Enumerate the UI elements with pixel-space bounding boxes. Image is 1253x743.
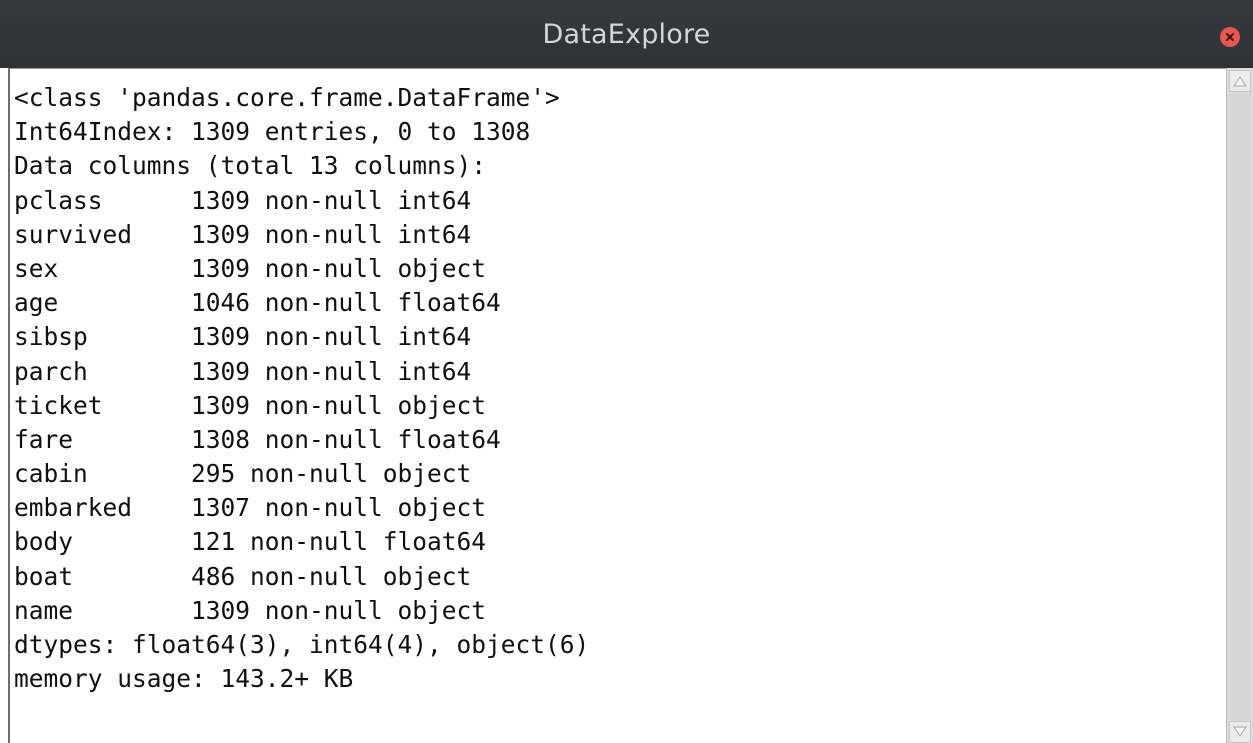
scroll-down-arrow-icon (1233, 726, 1247, 737)
console-line: fare 1308 non-null float64 (14, 424, 501, 454)
scroll-down-button[interactable] (1229, 721, 1251, 743)
title-bar[interactable]: DataExplore (0, 0, 1253, 68)
window-title: DataExplore (542, 18, 711, 50)
console-line: body 121 non-null float64 (14, 527, 487, 557)
console-line: Data columns (total 13 columns): (14, 151, 487, 181)
console-line: embarked 1307 non-null object (14, 493, 487, 523)
vertical-scrollbar[interactable] (1226, 68, 1253, 743)
info-output: <class 'pandas.core.frame.DataFrame'> Int… (10, 69, 1226, 696)
scroll-track[interactable] (1229, 94, 1251, 720)
console-line: dtypes: float64(3), int64(4), object(6) (14, 630, 590, 659)
close-button[interactable] (1220, 27, 1240, 47)
console-line: ticket 1309 non-null object (14, 390, 487, 420)
scroll-up-arrow-icon (1233, 76, 1247, 87)
console-line: boat 486 non-null object (14, 561, 472, 591)
dataexplore-window: DataExplore <class 'pandas.core.frame.Da… (0, 0, 1253, 743)
console-line: age 1046 non-null float64 (14, 288, 501, 318)
output-text-area[interactable]: <class 'pandas.core.frame.DataFrame'> Int… (8, 68, 1226, 743)
console-line: sex 1309 non-null object (14, 253, 487, 283)
console-line: memory usage: 143.2+ KB (14, 664, 354, 694)
console-line: survived 1309 non-null int64 (14, 219, 472, 249)
console-line: sibsp 1309 non-null int64 (14, 322, 472, 352)
console-line: name 1309 non-null object (14, 595, 487, 625)
console-line: cabin 295 non-null object (14, 459, 472, 489)
console-line: parch 1309 non-null int64 (14, 356, 472, 386)
console-line: <class 'pandas.core.frame.DataFrame'> (14, 83, 560, 112)
console-line: Int64Index: 1309 entries, 0 to 1308 (14, 117, 531, 147)
console-line: pclass 1309 non-null int64 (14, 185, 472, 215)
close-icon (1226, 33, 1234, 41)
scroll-up-button[interactable] (1229, 70, 1251, 92)
